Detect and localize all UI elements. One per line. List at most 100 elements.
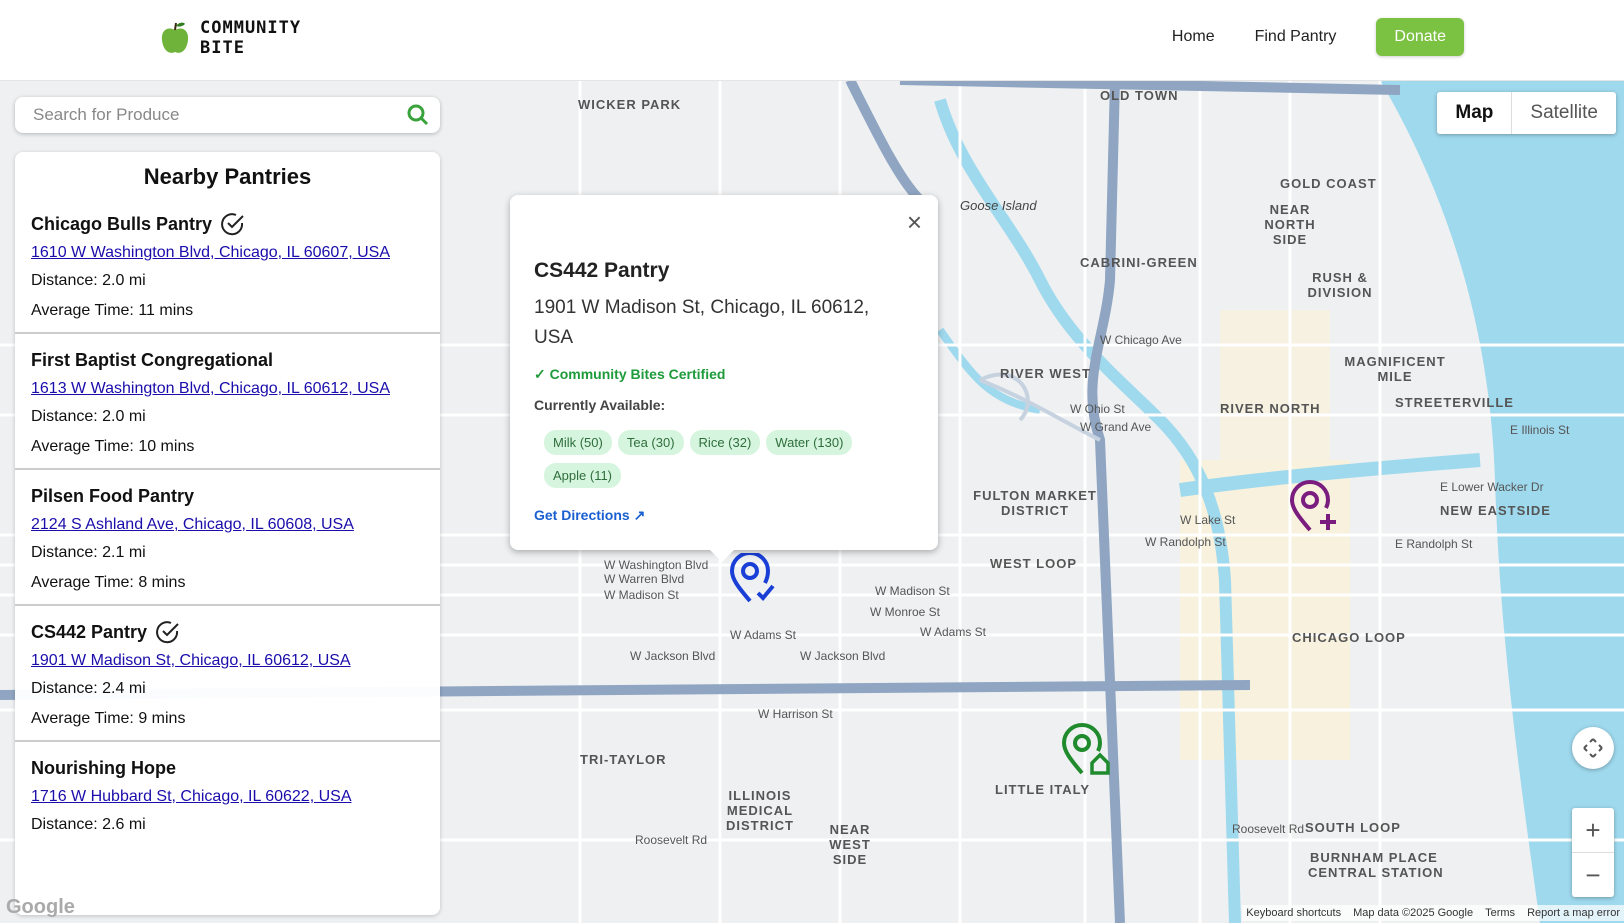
street-label: W Washington Blvd <box>604 558 709 572</box>
pantry-name-row: CS442 Pantry <box>31 618 424 646</box>
pantry-name: First Baptist Congregational <box>31 349 274 370</box>
get-directions-link[interactable]: Get Directions ↗ <box>534 507 645 524</box>
pantry-address-link[interactable]: 2124 S Ashland Ave, Chicago, IL 60608, U… <box>31 516 424 534</box>
fullscreen-button[interactable] <box>1572 727 1614 769</box>
map-data-text: Map data ©2025 Google <box>1353 907 1474 919</box>
map-label: NEAR WEST SIDE <box>829 822 871 867</box>
pantry-pin-certified-icon[interactable] <box>728 553 778 605</box>
map-label: RUSH & DIVISION <box>1307 270 1373 300</box>
pantry-name-row: First Baptist Congregational <box>31 346 424 374</box>
map-label: WICKER PARK <box>578 97 682 112</box>
report-error-link[interactable]: Report a map error <box>1527 907 1620 919</box>
pantry-card[interactable]: Chicago Bulls Pantry 1610 W Washington B… <box>15 198 440 334</box>
map-label: WEST LOOP <box>990 556 1077 571</box>
terms-link[interactable]: Terms <box>1485 907 1515 919</box>
map-label: Goose Island <box>960 198 1037 213</box>
pantry-card[interactable]: Pilsen Food Pantry 2124 S Ashland Ave, C… <box>15 470 440 606</box>
street-label: W Grand Ave <box>1080 420 1152 434</box>
pantry-address-link[interactable]: 1613 W Washington Blvd, Chicago, IL 6061… <box>31 380 424 398</box>
pantry-distance: Distance: 2.0 mi <box>31 272 146 289</box>
donate-button[interactable]: Donate <box>1376 18 1464 56</box>
available-label: Currently Available: <box>534 397 666 413</box>
pantry-name: Nourishing Hope <box>31 757 176 778</box>
street-label: E Illinois St <box>1510 423 1570 437</box>
map-label: NEAR NORTH SIDE <box>1264 202 1316 247</box>
street-label: W Madison St <box>875 584 950 598</box>
logo-text: COMMUNITY BITE <box>200 18 302 58</box>
pantry-address-link[interactable]: 1716 W Hubbard St, Chicago, IL 60622, US… <box>31 788 424 806</box>
item-chip: Rice (32) <box>689 430 761 455</box>
pantry-distance: Distance: 2.6 mi <box>31 816 146 833</box>
zoom-out-button[interactable]: − <box>1572 853 1614 897</box>
pantry-info-popup: × CS442 Pantry 1901 W Madison St, Chicag… <box>510 195 938 562</box>
google-logo: Google <box>6 896 75 918</box>
street-label: W Lake St <box>1180 513 1236 527</box>
pantry-name: Chicago Bulls Pantry <box>31 213 213 234</box>
available-items: Milk (50) Tea (30) Rice (32) Water (130)… <box>544 430 864 488</box>
pantry-name-row: Nourishing Hope <box>31 754 424 782</box>
street-label: W Jackson Blvd <box>800 649 886 663</box>
nearby-pantries-panel[interactable]: Nearby Pantries Chicago Bulls Pantry 161… <box>15 152 440 915</box>
pantry-average-time: Average Time: 8 mins <box>31 574 186 591</box>
map-label: BURNHAM PLACE <box>1310 850 1438 865</box>
popup-address: 1901 W Madison St, Chicago, IL 60612, US… <box>534 297 870 348</box>
item-chip: Water (130) <box>766 430 853 455</box>
item-chip: Tea (30) <box>617 430 684 455</box>
pantry-name: CS442 Pantry <box>31 621 148 642</box>
pantry-average-time: Average Time: 11 mins <box>31 302 194 319</box>
pantry-card[interactable]: CS442 Pantry 1901 W Madison St, Chicago,… <box>15 606 440 742</box>
panel-title: Nearby Pantries <box>143 164 312 189</box>
nav-find-pantry-link[interactable]: Find Pantry <box>1255 28 1337 46</box>
map-label: CENTRAL STATION <box>1308 865 1444 880</box>
map-label: GOLD COAST <box>1280 176 1377 191</box>
map-label: SOUTH LOOP <box>1305 820 1401 835</box>
map-label: CHICAGO LOOP <box>1292 630 1406 645</box>
pantry-name-row: Pilsen Food Pantry <box>31 482 424 510</box>
search-icon[interactable] <box>406 103 430 127</box>
search-input[interactable] <box>31 104 395 126</box>
map-type-map-button[interactable]: Map <box>1437 92 1511 134</box>
pantry-name: Pilsen Food Pantry <box>31 485 195 506</box>
map-footer: Keyboard shortcuts Map data ©2025 Google… <box>1242 905 1624 921</box>
zoom-controls: + − <box>1572 808 1614 897</box>
pantry-pin-add-icon[interactable] <box>1288 480 1340 534</box>
pantry-address-link[interactable]: 1901 W Madison St, Chicago, IL 60612, US… <box>31 652 424 670</box>
street-label: W Ohio St <box>1070 402 1125 416</box>
pantry-card[interactable]: Nourishing Hope 1716 W Hubbard St, Chica… <box>15 742 440 858</box>
map-type-toggle: Map Satellite <box>1437 92 1616 134</box>
map-type-satellite-button[interactable]: Satellite <box>1511 92 1616 134</box>
pantry-address-link[interactable]: 1610 W Washington Blvd, Chicago, IL 6060… <box>31 244 424 262</box>
item-chip: Milk (50) <box>544 430 612 455</box>
pantry-card[interactable]: First Baptist Congregational 1613 W Wash… <box>15 334 440 470</box>
street-label: W Adams St <box>730 628 797 642</box>
map-label: OLD TOWN <box>1100 88 1179 103</box>
street-label: W Monroe St <box>870 605 941 619</box>
map-view[interactable]: WICKER PARK OLD TOWN GOLD COAST NEAR NOR… <box>0 80 1624 923</box>
map-label: STREETERVILLE <box>1395 395 1514 410</box>
pantry-average-time: Average Time: 10 mins <box>31 438 195 455</box>
pantry-name-row: Chicago Bulls Pantry <box>31 210 424 238</box>
logo[interactable]: COMMUNITY BITE <box>160 18 320 58</box>
keyboard-shortcuts-link[interactable]: Keyboard shortcuts <box>1246 907 1341 919</box>
street-label: W Warren Blvd <box>604 572 685 586</box>
pantry-pin-home-icon[interactable] <box>1060 723 1112 777</box>
apple-logo-icon <box>161 22 189 53</box>
fullscreen-icon <box>1583 738 1603 758</box>
close-icon[interactable]: × <box>907 207 922 238</box>
zoom-in-button[interactable]: + <box>1572 808 1614 853</box>
pantry-average-time: Average Time: 9 mins <box>31 710 186 727</box>
street-label: E Lower Wacker Dr <box>1440 480 1544 494</box>
certified-check-icon <box>221 213 244 236</box>
certified-check-icon <box>156 621 179 644</box>
map-label: NEW EASTSIDE <box>1440 503 1551 518</box>
map-label: MAGNIFICENT MILE <box>1344 354 1446 384</box>
top-header: COMMUNITY BITE Home Find Pantry Donate <box>0 0 1624 81</box>
street-label: W Chicago Ave <box>1100 333 1182 347</box>
pantry-distance: Distance: 2.1 mi <box>31 544 146 561</box>
item-chip: Apple (11) <box>544 463 622 488</box>
map-label: TRI-TAYLOR <box>580 752 667 767</box>
street-label: W Jackson Blvd <box>630 649 716 663</box>
nav-home-link[interactable]: Home <box>1172 28 1215 46</box>
street-label: W Madison St <box>604 588 679 602</box>
main-nav: Home Find Pantry Donate <box>1172 18 1464 56</box>
